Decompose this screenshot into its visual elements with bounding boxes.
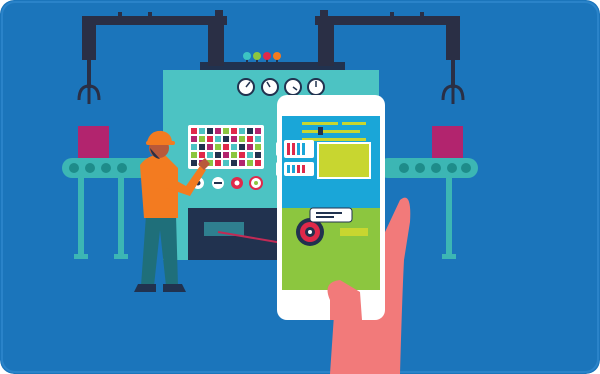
panel-button [215,136,221,142]
panel-button [231,144,237,150]
panel-button [199,144,205,150]
panel-button [239,160,245,166]
panel-button [215,144,221,150]
panel-button [207,152,213,158]
panel-button [247,152,253,158]
panel-button [207,128,213,134]
panel-button [191,144,197,150]
panel-button [231,160,237,166]
illustration-frame [0,0,600,374]
panel-button [191,160,197,166]
iot-factory-illustration [0,0,600,374]
panel-button [207,144,213,150]
panel-button [223,144,229,150]
panel-button [223,152,229,158]
panel-button [191,152,197,158]
panel-button [191,136,197,142]
panel-button [199,152,205,158]
panel-button [207,136,213,142]
panel-button [223,160,229,166]
panel-button [255,160,261,166]
panel-button [255,152,261,158]
product-box-left [78,126,109,158]
panel-button [231,136,237,142]
panel-button [231,152,237,158]
panel-button [247,160,253,166]
panel-button [255,144,261,150]
panel-button [239,136,245,142]
panel-button [247,128,253,134]
panel-button [215,128,221,134]
panel-button [223,136,229,142]
panel-button [215,160,221,166]
panel-button [223,128,229,134]
panel-button [255,136,261,142]
panel-button [199,136,205,142]
panel-button [191,128,197,134]
panel-button [231,128,237,134]
notification-bubble [309,207,353,223]
button-grid [191,128,261,166]
panel-button [239,128,245,134]
panel-button [215,152,221,158]
product-box-right [432,126,463,158]
panel-button [247,136,253,142]
panel-button [239,144,245,150]
panel-button [255,128,261,134]
panel-button [199,128,205,134]
panel-button [247,144,253,150]
panel-button [239,152,245,158]
